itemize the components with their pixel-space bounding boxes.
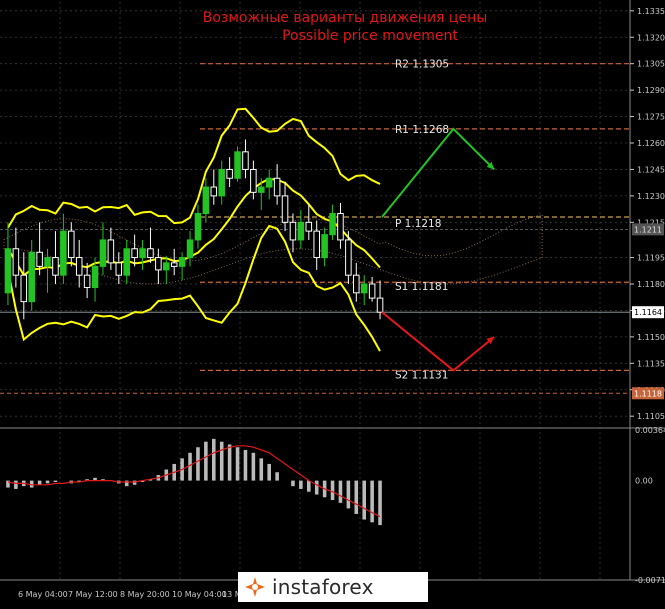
candle-body	[273, 177, 281, 197]
oscillator-tick-label: 0.00	[635, 477, 653, 486]
candle-body	[83, 274, 91, 289]
price-tick-label: 1.1305	[637, 60, 665, 69]
candle-body	[36, 251, 43, 267]
candle-body	[305, 221, 313, 232]
candle-body	[147, 248, 154, 259]
pivot-label-S1: S1 1.1181	[395, 281, 448, 293]
time-axis: 6 May 04:00 7 May 12:00 8 May 20:00 10 May …	[18, 590, 247, 599]
time-label: 7 May 12:00	[68, 590, 118, 599]
candle-body	[376, 297, 384, 313]
candle-body	[60, 230, 67, 276]
forex-chart: R2 1.1305 R1 1.1268 P 1.1218 S1 1.1181 S2 1.…	[0, 0, 665, 605]
watermark-brand: instaforex	[272, 575, 374, 599]
candle-body	[28, 251, 35, 303]
candle-body	[20, 274, 28, 303]
candle-body	[115, 262, 123, 276]
candle-body	[250, 168, 257, 193]
time-label: 8 May 20:00	[120, 590, 170, 599]
candle-body	[4, 248, 12, 294]
price-tag-label: 1.1118	[634, 389, 662, 398]
candle-body	[313, 230, 320, 259]
pivot-label-S2: S2 1.1131	[395, 369, 448, 381]
price-tick-label: 1.1260	[637, 139, 665, 148]
candle-body	[163, 262, 170, 271]
candle-body	[170, 262, 178, 267]
oscillator-tick-label: 0.00364	[635, 426, 665, 435]
pivot-label-P: P 1.1218	[395, 218, 441, 230]
candle-body	[186, 239, 194, 259]
candle-body	[91, 265, 99, 289]
pivot-label-R2: R2 1.1305	[395, 59, 449, 71]
candle-body	[131, 248, 138, 259]
chart-svg: R2 1.1305 R1 1.1268 P 1.1218 S1 1.1181 S2 1.…	[0, 0, 665, 605]
candle-body	[12, 248, 20, 276]
price-tick-label: 1.1275	[637, 113, 665, 122]
price-tick-label: 1.1245	[637, 165, 665, 174]
chart-title-ru: Возможные варианты движения цены	[203, 10, 488, 26]
candle-body	[178, 257, 186, 267]
price-tick-label: 1.1180	[637, 280, 665, 289]
time-label: 6 May 04:00	[18, 590, 68, 599]
candle-body	[202, 186, 210, 214]
candle-body	[258, 186, 265, 193]
instaforex-watermark: instaforex	[238, 572, 428, 602]
candle-body	[226, 168, 233, 179]
candle-body	[368, 283, 376, 299]
instaforex-logo-icon	[244, 576, 266, 598]
price-tick-label: 1.1230	[637, 192, 665, 201]
price-tick-label: 1.1320	[637, 33, 665, 42]
candle-body	[360, 283, 368, 294]
price-tick-label: 1.1335	[637, 7, 665, 16]
price-tick-label: 1.1290	[637, 86, 665, 95]
price-tick-label: 1.1135	[637, 359, 665, 368]
price-tick-label: 1.1105	[637, 412, 665, 421]
candle-body	[155, 257, 162, 271]
candle-body	[234, 151, 241, 179]
candle-body	[265, 177, 273, 188]
price-tag-label: 1.1211	[634, 225, 662, 234]
candle-body	[281, 195, 289, 223]
candle-body	[194, 213, 202, 241]
candle-body	[345, 239, 352, 276]
candle-body	[329, 213, 336, 236]
candle-body	[139, 248, 146, 259]
candle-body	[99, 239, 107, 267]
candle-body	[289, 221, 297, 241]
oscillator-tick-label: -0.00715	[635, 576, 665, 585]
candle-body	[210, 186, 218, 197]
candle-body	[321, 234, 328, 259]
candle-body	[68, 230, 75, 259]
price-tag-label: 1.1164	[634, 308, 662, 317]
chart-title-en: Possible price movement	[282, 28, 458, 44]
candle-body	[52, 257, 59, 276]
candle-body	[242, 151, 249, 170]
price-tick-label: 1.1150	[637, 333, 665, 342]
candle-body	[123, 248, 130, 276]
pivot-label-R1: R1 1.1268	[395, 124, 449, 136]
candle-body	[297, 221, 305, 241]
candle-body	[75, 257, 83, 276]
candle-body	[337, 213, 344, 241]
price-tick-label: 1.1195	[637, 254, 665, 263]
candle-body	[107, 239, 115, 264]
candle-body	[218, 168, 225, 197]
candle-body	[44, 257, 51, 267]
candle-body	[353, 274, 360, 294]
time-label: 10 May 04:00	[172, 590, 227, 599]
